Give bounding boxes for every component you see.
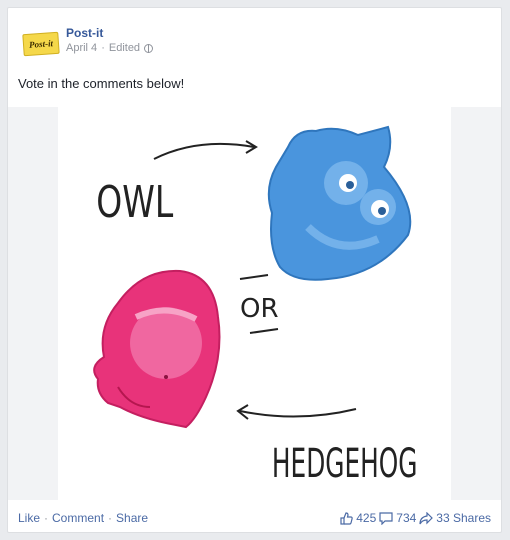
post-text: Vote in the comments below!	[18, 76, 185, 91]
post-card: Post-it Post-it April 4 · Edited Vote in…	[7, 7, 502, 533]
logo-text: Post-it	[28, 38, 54, 50]
post-it-logo[interactable]: Post-it	[22, 31, 60, 57]
hedgehog-label: HEDGEHOG	[272, 440, 418, 487]
or-line-top	[239, 274, 269, 280]
comment-count[interactable]: 734	[396, 511, 416, 525]
arrow-to-owl	[153, 142, 255, 160]
meta-separator: ·	[101, 42, 105, 54]
thumbs-up-icon	[340, 511, 353, 525]
comment-icon	[379, 511, 393, 525]
owl-note	[267, 125, 412, 281]
share-count[interactable]: 33 Shares	[436, 511, 491, 525]
post-photo[interactable]: OWL OR HEDGEHOG	[8, 107, 501, 500]
edited-label[interactable]: Edited	[109, 42, 140, 54]
or-label: OR	[240, 294, 279, 324]
owl-hedgehog-illustration: OWL OR HEDGEHOG	[93, 125, 418, 487]
like-link[interactable]: Like	[18, 511, 40, 525]
post-meta: April 4 · Edited	[66, 42, 154, 54]
post-actions: Like · Comment · Share	[18, 511, 148, 525]
post-date[interactable]: April 4	[66, 42, 97, 54]
share-icon	[419, 511, 434, 524]
owl-label: OWL	[96, 177, 173, 228]
comment-link[interactable]: Comment	[52, 511, 104, 525]
like-count[interactable]: 425	[356, 511, 376, 525]
share-link[interactable]: Share	[116, 511, 148, 525]
globe-icon	[144, 43, 154, 53]
or-line-bottom	[249, 328, 279, 334]
post-stats: 425 734 33 Shares	[340, 511, 491, 525]
hedgehog-note	[93, 269, 221, 429]
photo-canvas: OWL OR HEDGEHOG	[58, 107, 451, 500]
arrow-to-hedgehog	[239, 408, 357, 418]
page-name-link[interactable]: Post-it	[66, 26, 103, 40]
actions-separator: ·	[108, 511, 113, 525]
actions-separator: ·	[44, 511, 49, 525]
